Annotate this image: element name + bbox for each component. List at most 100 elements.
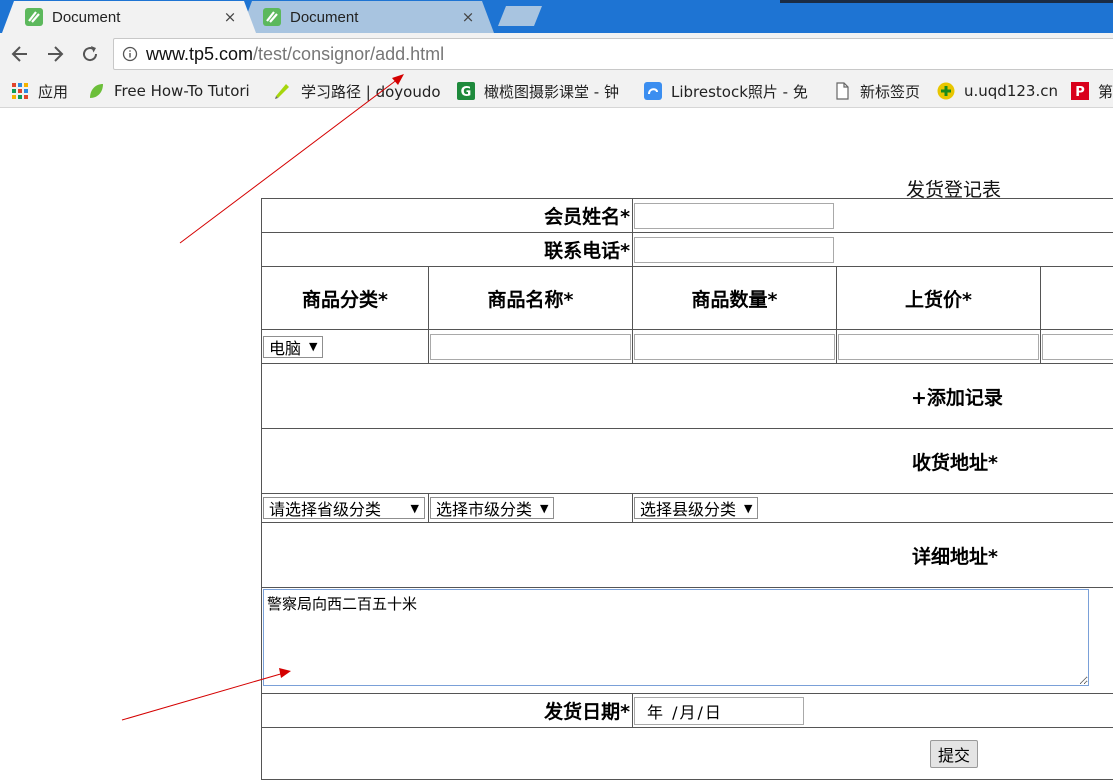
submit-row: 提交 bbox=[262, 728, 1113, 780]
ship-date-input[interactable]: 年 /月/日 bbox=[634, 697, 804, 725]
phone-input[interactable] bbox=[634, 237, 834, 263]
province-select-value: 请选择省级分类 bbox=[269, 496, 381, 520]
province-cell: 请选择省级分类 ▼ bbox=[262, 494, 429, 523]
address-bar[interactable]: www.tp5.com/test/consignor/add.html bbox=[113, 38, 1113, 70]
column-header-category: 商品分类* bbox=[262, 267, 429, 330]
goods-price-input[interactable] bbox=[838, 334, 1039, 360]
tab-strip: Document × Document × bbox=[0, 0, 1113, 33]
url-path: /test/consignor/add.html bbox=[253, 44, 444, 64]
goods-name-input[interactable] bbox=[430, 334, 631, 360]
svg-text:P: P bbox=[1075, 85, 1085, 100]
dropdown-arrow-icon: ▼ bbox=[744, 502, 752, 515]
bookmark-label: 学习路径 | doyoudo bbox=[301, 81, 441, 102]
dropdown-arrow-icon: ▼ bbox=[411, 502, 419, 515]
new-tab-button[interactable] bbox=[498, 6, 542, 26]
bookmarks-bar: 应用 Free How-To Tutori 学习路径 | doyoudo G 橄… bbox=[0, 75, 1113, 108]
arrow-right-icon bbox=[45, 44, 65, 64]
bookmark-p[interactable]: P 第 bbox=[1071, 75, 1113, 107]
close-icon[interactable]: × bbox=[460, 8, 476, 26]
county-select[interactable]: 选择县级分类 ▼ bbox=[634, 497, 758, 519]
member-name-cell bbox=[633, 199, 1113, 233]
dropdown-arrow-icon: ▼ bbox=[309, 340, 317, 353]
forward-button[interactable] bbox=[42, 41, 68, 67]
category-select[interactable]: 电脑 ▼ bbox=[263, 336, 323, 358]
address-heading-cell: 收货地址* bbox=[262, 429, 1113, 494]
goods-extra-cell bbox=[1041, 330, 1113, 364]
back-button[interactable] bbox=[7, 41, 33, 67]
g-logo-icon: G bbox=[457, 82, 475, 100]
phone-row: 联系电话* bbox=[262, 233, 1113, 267]
phone-cell bbox=[633, 233, 1113, 267]
county-select-value: 选择县级分类 bbox=[640, 496, 736, 520]
bookmark-photo-class[interactable]: G 橄榄图摄影课堂 - 钟 bbox=[457, 75, 624, 107]
bookmark-label: 新标签页 bbox=[860, 81, 920, 102]
bookmark-label: Free How-To Tutori bbox=[114, 82, 254, 100]
detail-heading-row: 详细地址* bbox=[262, 523, 1113, 588]
bookmark-apps[interactable]: 应用 bbox=[11, 75, 68, 107]
p-logo-icon: P bbox=[1071, 82, 1089, 100]
submit-button[interactable]: 提交 bbox=[930, 740, 978, 768]
tab-document-active[interactable]: Document × bbox=[2, 1, 256, 33]
column-header-price: 上货价* bbox=[837, 267, 1041, 330]
address-label: 收货地址* bbox=[912, 452, 998, 474]
consignor-form-table: 会员姓名* 联系电话* 商品分类* 商品名称* 商品数量* 上货价* 类 电脑 ▼… bbox=[261, 198, 1113, 780]
phone-label: 联系电话* bbox=[262, 233, 633, 267]
goods-price-cell bbox=[837, 330, 1041, 364]
member-name-row: 会员姓名* bbox=[262, 199, 1113, 233]
close-icon[interactable]: × bbox=[222, 8, 238, 26]
city-cell: 选择市级分类▼ bbox=[429, 494, 633, 523]
window-titlebar-edge bbox=[780, 0, 1113, 3]
submit-cell: 提交 bbox=[262, 728, 1113, 780]
bookmark-uqd123[interactable]: u.uqd123.cn bbox=[937, 75, 1058, 107]
detail-address-textarea[interactable]: 警察局向西二百五十米 bbox=[263, 589, 1089, 686]
url-host: www.tp5.com bbox=[146, 44, 253, 64]
tab-favicon-icon bbox=[24, 7, 44, 27]
province-select[interactable]: 请选择省级分类 ▼ bbox=[263, 497, 425, 519]
svg-text:G: G bbox=[461, 85, 472, 100]
browser-toolbar: www.tp5.com/test/consignor/add.html bbox=[0, 33, 1113, 75]
apps-grid-icon bbox=[11, 82, 29, 100]
goods-quantity-cell bbox=[633, 330, 837, 364]
reload-button[interactable] bbox=[77, 41, 103, 67]
tab-title: Document bbox=[290, 9, 460, 26]
member-name-input[interactable] bbox=[634, 203, 834, 229]
goods-row: 电脑 ▼ bbox=[262, 330, 1113, 364]
category-select-value: 电脑 bbox=[269, 335, 301, 359]
bookmark-new-tab-page[interactable]: 新标签页 bbox=[833, 75, 920, 107]
goods-name-cell bbox=[429, 330, 633, 364]
bookmark-label: u.uqd123.cn bbox=[964, 82, 1058, 100]
pen-icon bbox=[274, 82, 292, 100]
arrow-left-icon bbox=[10, 44, 30, 64]
category-cell: 电脑 ▼ bbox=[262, 330, 429, 364]
info-icon[interactable] bbox=[122, 46, 138, 62]
plus-circle-icon bbox=[937, 82, 955, 100]
column-header-name: 商品名称* bbox=[429, 267, 633, 330]
tab-title: Document bbox=[52, 9, 222, 26]
tab-favicon-icon bbox=[262, 7, 282, 27]
bookmark-label: 橄榄图摄影课堂 - 钟 bbox=[484, 81, 624, 102]
detail-row: 警察局向西二百五十米 bbox=[262, 588, 1113, 694]
bookmark-label: 应用 bbox=[38, 81, 68, 102]
add-record-cell: +添加记录 bbox=[262, 364, 1113, 429]
bookmark-doyoudo[interactable]: 学习路径 | doyoudo bbox=[274, 75, 441, 107]
goods-quantity-input[interactable] bbox=[634, 334, 835, 360]
bookmark-free-how-to[interactable]: Free How-To Tutori bbox=[87, 75, 254, 107]
county-cell: 选择县级分类 ▼ bbox=[633, 494, 1113, 523]
add-record-link[interactable]: +添加记录 bbox=[911, 387, 1003, 409]
librestock-icon bbox=[644, 82, 662, 100]
add-record-row: +添加记录 bbox=[262, 364, 1113, 429]
bookmark-librestock[interactable]: Librestock照片 - 免 bbox=[644, 75, 813, 107]
bookmark-label: 第 bbox=[1098, 81, 1113, 102]
goods-extra-input[interactable] bbox=[1042, 334, 1113, 360]
bookmark-label: Librestock照片 - 免 bbox=[671, 81, 813, 102]
city-select[interactable]: 选择市级分类▼ bbox=[430, 497, 554, 519]
leaf-icon bbox=[87, 82, 105, 100]
annotation-arrow-textarea bbox=[122, 673, 284, 720]
detail-cell: 警察局向西二百五十米 bbox=[262, 588, 1113, 694]
tab-document[interactable]: Document × bbox=[240, 1, 494, 33]
ship-date-cell: 年 /月/日 bbox=[633, 694, 1113, 728]
goods-header-row: 商品分类* 商品名称* 商品数量* 上货价* 类 bbox=[262, 267, 1113, 330]
address-heading-row: 收货地址* bbox=[262, 429, 1113, 494]
dropdown-arrow-icon: ▼ bbox=[540, 502, 548, 515]
ship-date-label: 发货日期* bbox=[262, 694, 633, 728]
